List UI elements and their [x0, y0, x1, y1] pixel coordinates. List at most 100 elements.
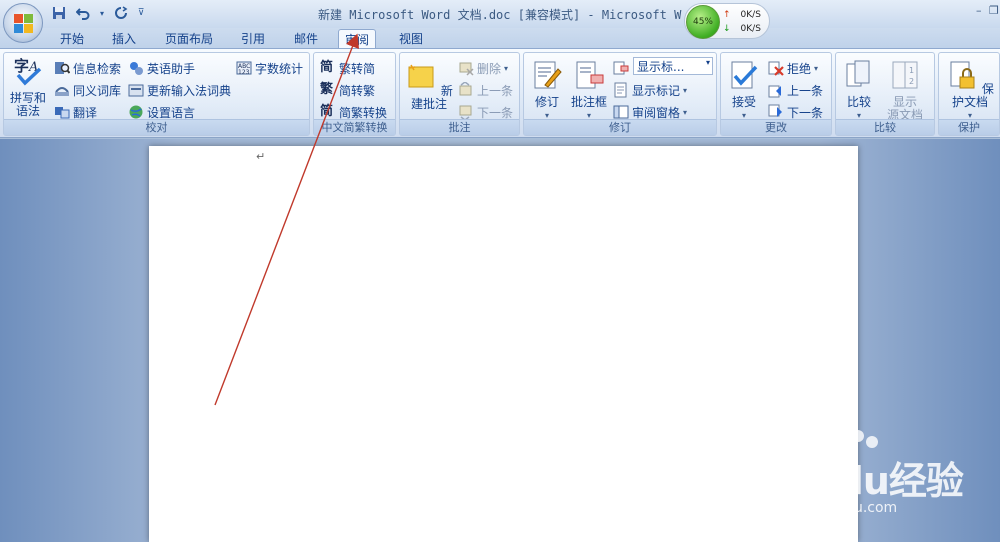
- chinese-conversion-icon: 简: [320, 104, 334, 119]
- globe-icon: [129, 105, 143, 119]
- chevron-down-icon: ▾: [683, 107, 688, 117]
- group-proofing: 字 A 拼写和 语法 信息检索 同义词库 翻译 英语助手 更新输入法词典 设置语…: [3, 52, 310, 136]
- usage-gauge: 45%: [686, 5, 720, 39]
- simplified-to-traditional-icon: 繁: [320, 82, 334, 97]
- download-arrow-icon: ↓: [723, 24, 731, 34]
- english-assistant-icon: [130, 62, 143, 75]
- show-source-documents-button[interactable]: 1 2 显示 源文档: [882, 59, 928, 122]
- tab-page-layout[interactable]: 页面布局: [165, 30, 213, 48]
- word-count-button[interactable]: ABC 123 字数统计: [236, 59, 303, 77]
- delete-comment-icon: [459, 62, 474, 76]
- group-label-chinese-conversion: 中文简繁转换: [314, 119, 395, 135]
- previous-change-icon: [768, 85, 781, 98]
- ribbon-tabs: 开始 插入 页面布局 引用 邮件 审阅 视图: [0, 28, 1000, 49]
- source-documents-icon: 1 2: [892, 61, 918, 89]
- track-changes-icon: [534, 61, 562, 89]
- display-for-review-combo[interactable]: 显示标... ▾: [633, 57, 713, 75]
- lock-icon: [950, 61, 975, 89]
- simplified-to-traditional-button[interactable]: 繁 简转繁: [320, 81, 375, 99]
- group-protect: 保护文档 ▾ 保护: [938, 52, 1000, 136]
- download-rate: 0K/S: [740, 24, 761, 34]
- svg-text:123: 123: [238, 69, 250, 76]
- watermark-url: jingyan.baidu.com: [768, 500, 898, 516]
- office-button[interactable]: [3, 3, 43, 43]
- customize-icon[interactable]: ⊽: [136, 4, 146, 22]
- baidu-watermark: Baidu经验 jingyan.baidu.com: [760, 430, 990, 530]
- translate-icon: [55, 107, 70, 119]
- reject-icon: [768, 61, 784, 76]
- previous-comment-icon: [459, 82, 472, 96]
- tab-review[interactable]: 审阅: [338, 29, 377, 49]
- accept-button[interactable]: 接受 ▾: [725, 59, 763, 122]
- accept-icon: [731, 61, 758, 89]
- group-compare: 比较 ▾ 1 2 显示 源文档 比较: [835, 52, 935, 136]
- previous-comment-button[interactable]: 上一条: [458, 81, 513, 99]
- quick-access-toolbar: ▾ ⊽: [50, 4, 146, 22]
- track-changes-button[interactable]: 修订 ▾: [528, 59, 566, 122]
- show-markup-icon: [614, 82, 627, 98]
- group-changes: 接受 ▾ 拒绝 ▾ 上一条 下一条 更改: [720, 52, 832, 136]
- undo-icon[interactable]: [74, 4, 92, 22]
- group-label-proofing: 校对: [4, 119, 309, 135]
- chevron-down-icon[interactable]: ▾: [706, 58, 710, 67]
- next-comment-icon: [459, 105, 472, 120]
- traditional-to-simplified-icon: 简: [320, 60, 334, 75]
- spelling-check-icon: 字 A: [14, 57, 42, 86]
- update-ime-dictionary-button[interactable]: 更新输入法词典: [128, 81, 231, 99]
- upload-rate: 0K/S: [740, 10, 761, 20]
- display-for-review-icon: [613, 59, 629, 77]
- title-bar: ▾ ⊽ 新建 Microsoft Word 文档.doc [兼容模式] - Mi…: [0, 0, 1000, 28]
- tab-mailings[interactable]: 邮件: [294, 30, 318, 48]
- chevron-down-icon: ▾: [814, 63, 819, 73]
- previous-change-button[interactable]: 上一条: [768, 81, 823, 99]
- balloons-icon: [576, 61, 604, 89]
- group-label-compare: 比较: [836, 119, 934, 135]
- office-logo-icon: [14, 14, 34, 34]
- window-title: 新建 Microsoft Word 文档.doc [兼容模式] - Micros…: [318, 8, 682, 22]
- research-button[interactable]: 信息检索: [54, 59, 121, 77]
- english-assistant-button[interactable]: 英语助手: [128, 59, 195, 77]
- reject-button[interactable]: 拒绝 ▾: [768, 59, 818, 77]
- compare-icon: [846, 60, 870, 87]
- save-icon[interactable]: [50, 4, 68, 22]
- compare-button[interactable]: 比较 ▾: [840, 59, 878, 122]
- thesaurus-icon: [55, 87, 69, 96]
- spelling-grammar-button[interactable]: 字 A 拼写和 语法: [7, 55, 49, 118]
- upload-arrow-icon: ↑: [723, 10, 731, 20]
- thesaurus-button[interactable]: 同义词库: [54, 81, 121, 99]
- group-label-changes: 更改: [721, 119, 831, 135]
- group-label-protect: 保护: [939, 119, 999, 135]
- ribbon: 字 A 拼写和 语法 信息检索 同义词库 翻译 英语助手 更新输入法词典 设置语…: [0, 48, 1000, 138]
- paragraph-mark: ↵: [256, 150, 266, 163]
- group-label-comments: 批注: [400, 119, 519, 135]
- tab-insert[interactable]: 插入: [112, 30, 136, 48]
- svg-text:1: 1: [909, 66, 914, 75]
- document-page[interactable]: [149, 146, 858, 542]
- research-book-icon: [55, 62, 70, 74]
- svg-text:字: 字: [14, 57, 29, 75]
- chevron-down-icon[interactable]: ▾: [98, 4, 106, 22]
- tab-references[interactable]: 引用: [241, 30, 265, 48]
- network-speed-widget[interactable]: 45% ↑ 0K/S ↓ 0K/S: [684, 3, 770, 39]
- group-comments: 新建批注 删除 ▾ 上一条 下一条 批注: [399, 52, 520, 136]
- tab-home[interactable]: 开始: [60, 30, 84, 48]
- tab-view[interactable]: 视图: [399, 30, 423, 48]
- minimize-button[interactable]: –: [976, 4, 982, 17]
- protect-document-button[interactable]: 保护文档 ▾: [941, 59, 999, 122]
- watermark-brand: Baidu经验: [772, 459, 964, 503]
- new-comment-button[interactable]: 新建批注: [402, 61, 456, 111]
- delete-comment-button[interactable]: 删除 ▾: [458, 59, 508, 77]
- balloons-button[interactable]: 批注框 ▾: [568, 59, 610, 122]
- restore-button[interactable]: ❐: [989, 4, 999, 17]
- group-chinese-conversion: 简 繁转简 繁 简转繁 简 简繁转换 中文简繁转换: [313, 52, 396, 136]
- group-label-tracking: 修订: [524, 119, 716, 135]
- redo-icon[interactable]: [112, 4, 130, 22]
- traditional-to-simplified-button[interactable]: 简 繁转简: [320, 59, 375, 77]
- chevron-down-icon: ▾: [504, 63, 509, 73]
- chevron-down-icon: ▾: [683, 85, 688, 95]
- svg-text:2: 2: [909, 77, 914, 86]
- reviewing-pane-icon: [613, 105, 629, 119]
- dictionary-icon: [128, 84, 144, 97]
- show-markup-button[interactable]: 显示标记 ▾: [613, 81, 687, 99]
- new-comment-icon: [408, 64, 434, 88]
